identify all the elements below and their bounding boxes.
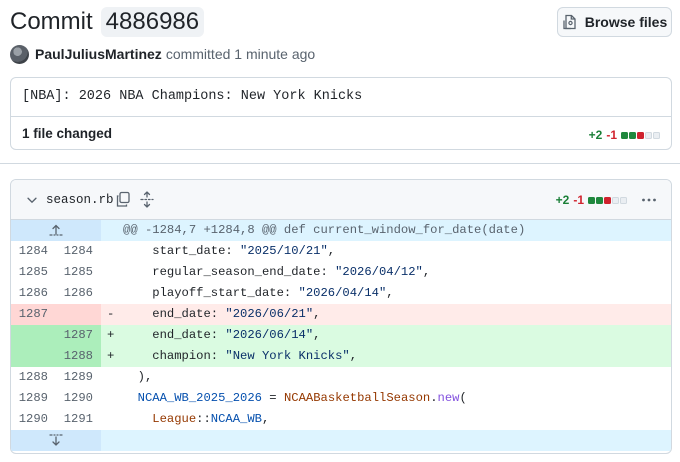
author-name[interactable]: PaulJuliusMartinez	[35, 46, 162, 62]
code-text: playoff_start_date: "2026/04/14",	[123, 286, 394, 300]
diff-line-added: 1287 + end_date: "2026/06/14",	[11, 325, 671, 346]
page-title: Commit	[10, 8, 93, 35]
new-line-number[interactable]: 1286	[56, 283, 101, 304]
diff-line-context: 1285 1285 regular_season_end_date: "2026/…	[11, 262, 671, 283]
code-text: regular_season_end_date: "2026/04/12",	[123, 265, 431, 279]
code-text: start_date: "2025/10/21",	[123, 244, 336, 258]
code-text: League::NCAA_WB,	[152, 412, 270, 426]
diffstat-added-square	[621, 131, 628, 139]
deletions-count: -1	[606, 128, 617, 142]
diff-line-context: 1288 1289 ),	[11, 367, 671, 388]
hunk-header-text: @@ -1284,7 +1284,8 @@ def current_window…	[123, 223, 526, 237]
file-diff-header: season.rb +2 -1	[11, 180, 671, 220]
old-line-number[interactable]: 1289	[11, 388, 56, 409]
code-text: end_date: "2026/06/21",	[123, 307, 321, 321]
diff-marker: -	[107, 307, 115, 321]
old-line-number[interactable]: 1285	[11, 262, 56, 283]
hunk-expand-gutter[interactable]	[11, 220, 101, 241]
new-line-number[interactable]: 1285	[56, 262, 101, 283]
code-text: ),	[123, 370, 153, 384]
diff-line-deleted: 1287 - end_date: "2026/06/21",	[11, 304, 671, 325]
diff-marker: +	[107, 349, 115, 363]
diff-line-context: 1290 1291 League::NCAA_WB,	[11, 409, 671, 430]
diffstat-deleted-square	[604, 196, 611, 204]
copy-icon[interactable]	[115, 191, 131, 208]
diffstat-bar	[621, 131, 660, 139]
commit-sha[interactable]: 4886986	[100, 7, 205, 37]
commit-diff-stats: +2 -1	[589, 126, 660, 144]
expand-up-icon[interactable]	[49, 223, 63, 237]
file-diff-stats: +2 -1	[556, 192, 627, 208]
diffstat-neutral-square	[653, 131, 660, 139]
new-line-number[interactable]: 1291	[56, 409, 101, 430]
diffstat-added-square	[588, 196, 595, 204]
new-line-number[interactable]: 1284	[56, 241, 101, 262]
expand-all-icon[interactable]	[140, 191, 154, 208]
old-line-number[interactable]: 1287	[11, 304, 56, 325]
diff-line-context: 1286 1286 playoff_start_date: "2026/04/14…	[11, 283, 671, 304]
browse-files-label: Browse files	[584, 14, 668, 30]
diffstat-neutral-square	[645, 131, 652, 139]
new-line-number[interactable]: 1289	[56, 367, 101, 388]
author-row: PaulJuliusMartinez committed 1 minute ag…	[10, 44, 315, 64]
browse-files-button[interactable]: Browse files	[557, 7, 672, 37]
new-line-number[interactable]: 1288	[56, 346, 101, 367]
additions-count: +2	[588, 128, 603, 142]
code-text: champion: "New York Knicks",	[123, 349, 358, 363]
hunk-expand-gutter-bottom[interactable]	[11, 430, 101, 451]
file-additions-count: +2	[555, 193, 570, 207]
old-line-number[interactable]	[11, 325, 56, 346]
old-line-number[interactable]	[11, 346, 56, 367]
diffstat-neutral-square	[620, 196, 627, 204]
old-line-number[interactable]: 1284	[11, 241, 56, 262]
avatar[interactable]	[10, 44, 29, 64]
chevron-down-icon[interactable]	[25, 193, 39, 207]
old-line-number[interactable]: 1290	[11, 409, 56, 430]
code-text: end_date: "2026/06/14",	[123, 328, 321, 342]
hunk-footer	[11, 430, 671, 451]
old-line-number[interactable]: 1286	[11, 283, 56, 304]
section-divider	[0, 163, 680, 164]
file-deletions-count: -1	[573, 193, 584, 207]
kebab-icon[interactable]	[641, 192, 657, 208]
commit-header: Commit 4886986	[10, 7, 205, 37]
diffstat-neutral-square	[612, 196, 619, 204]
new-line-number[interactable]: 1290	[56, 388, 101, 409]
diffstat-added-square	[629, 131, 636, 139]
commit-message: [NBA]: 2026 NBA Champions: New York Knic…	[22, 89, 363, 104]
file-diff: season.rb +2 -1 @@ -1284,7 +1284,8 @@ de…	[10, 179, 672, 454]
file-diff-icon	[563, 14, 576, 30]
diff-line-context: 1284 1284 start_date: "2025/10/21",	[11, 241, 671, 262]
file-diffstat-bar	[588, 196, 627, 204]
files-changed-count: 1 file changed	[22, 126, 113, 141]
diff-line-added: 1288 + champion: "New York Knicks",	[11, 346, 671, 367]
old-line-number[interactable]: 1288	[11, 367, 56, 388]
expand-down-icon[interactable]	[49, 433, 63, 447]
file-name[interactable]: season.rb	[46, 193, 114, 207]
hunk-header: @@ -1284,7 +1284,8 @@ def current_window…	[11, 220, 671, 241]
new-line-number[interactable]	[56, 304, 101, 325]
commit-time: committed 1 minute ago	[165, 46, 316, 62]
divider	[11, 116, 671, 117]
commit-message-box: [NBA]: 2026 NBA Champions: New York Knic…	[10, 77, 672, 150]
diffstat-added-square	[596, 196, 603, 204]
diffstat-deleted-square	[637, 131, 644, 139]
new-line-number[interactable]: 1287	[56, 325, 101, 346]
diff-line-context: 1289 1290 NCAA_WB_2025_2026 = NCAABasketb…	[11, 388, 671, 409]
diff-marker: +	[107, 328, 115, 342]
code-text: NCAA_WB_2025_2026 = NCAABasketballSeason…	[137, 391, 467, 405]
